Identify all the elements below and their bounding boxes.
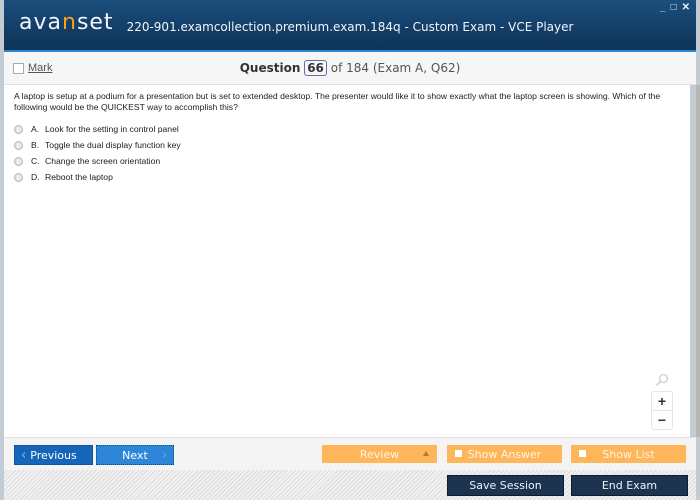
answer-option-a[interactable]: A. Look for the setting in control panel bbox=[14, 121, 181, 137]
show-answer-button[interactable]: Show Answer bbox=[447, 445, 562, 463]
previous-label: Previous bbox=[30, 448, 77, 462]
chevron-left-icon: ‹ bbox=[21, 447, 27, 463]
answer-option-d[interactable]: D. Reboot the laptop bbox=[14, 169, 181, 185]
checkbox-icon[interactable] bbox=[455, 450, 462, 457]
zoom-in-button[interactable]: + bbox=[652, 392, 672, 410]
radio-button[interactable] bbox=[14, 140, 23, 150]
answer-option-c[interactable]: C. Change the screen orientation bbox=[14, 153, 181, 169]
answer-text: Toggle the dual display function key bbox=[45, 140, 181, 150]
question-label: Question bbox=[239, 61, 301, 75]
magnifier-icon bbox=[655, 373, 669, 387]
answer-letter: C. bbox=[31, 156, 40, 166]
minimize-icon[interactable]: _ bbox=[660, 2, 666, 13]
answer-list: A. Look for the setting in control panel… bbox=[14, 121, 181, 185]
vce-player-window: avanset 220-901.examcollection.premium.e… bbox=[4, 0, 700, 500]
end-exam-button[interactable]: End Exam bbox=[571, 475, 688, 496]
review-label: Review bbox=[359, 447, 400, 461]
question-text: A laptop is setup at a podium for a pres… bbox=[14, 91, 661, 112]
review-button[interactable]: Review bbox=[322, 445, 437, 463]
radio-button[interactable] bbox=[14, 172, 23, 182]
show-list-button[interactable]: Show List bbox=[571, 445, 686, 463]
zoom-out-button[interactable]: − bbox=[652, 410, 672, 429]
answer-option-b[interactable]: B. Toggle the dual display function key bbox=[14, 137, 181, 153]
answer-letter: D. bbox=[31, 172, 40, 182]
show-answer-label: Show Answer bbox=[467, 447, 542, 461]
previous-button[interactable]: ‹ Previous bbox=[14, 445, 93, 465]
close-icon[interactable]: ✕ bbox=[682, 2, 690, 13]
next-label: Next bbox=[122, 448, 148, 462]
answer-letter: A. bbox=[31, 124, 40, 134]
triangle-up-icon bbox=[423, 451, 429, 456]
session-bar: Save Session End Exam bbox=[4, 470, 696, 500]
answer-text: Reboot the laptop bbox=[45, 172, 113, 182]
answer-text: Change the screen orientation bbox=[45, 156, 161, 166]
zoom-box: + − bbox=[651, 391, 673, 430]
show-list-label: Show List bbox=[602, 447, 655, 461]
zoom-controls: + − bbox=[650, 373, 674, 430]
question-panel: A laptop is setup at a podium for a pres… bbox=[4, 85, 690, 437]
answer-letter: B. bbox=[31, 140, 40, 150]
save-session-button[interactable]: Save Session bbox=[447, 475, 564, 496]
radio-button[interactable] bbox=[14, 156, 23, 166]
title-bar: avanset 220-901.examcollection.premium.e… bbox=[4, 0, 696, 52]
navigation-bar: ‹ Previous Next › Review Show Answer Sho… bbox=[4, 437, 696, 470]
window-controls: _ □ ✕ bbox=[660, 2, 690, 13]
checkbox-icon[interactable] bbox=[579, 450, 586, 457]
question-total: of 184 (Exam A, Q62) bbox=[330, 61, 461, 75]
answer-text: Look for the setting in control panel bbox=[45, 124, 179, 134]
question-counter: Question 66 of 184 (Exam A, Q62) bbox=[4, 60, 696, 76]
next-button[interactable]: Next › bbox=[96, 445, 174, 465]
question-number-input[interactable]: 66 bbox=[304, 60, 327, 76]
window-title: 220-901.examcollection.premium.exam.184q… bbox=[126, 20, 574, 34]
question-header: Mark Question 66 of 184 (Exam A, Q62) bbox=[4, 52, 696, 85]
maximize-icon[interactable]: □ bbox=[671, 2, 677, 13]
radio-button[interactable] bbox=[14, 124, 23, 134]
scrollbar[interactable] bbox=[696, 85, 700, 437]
chevron-right-icon: › bbox=[161, 447, 167, 463]
